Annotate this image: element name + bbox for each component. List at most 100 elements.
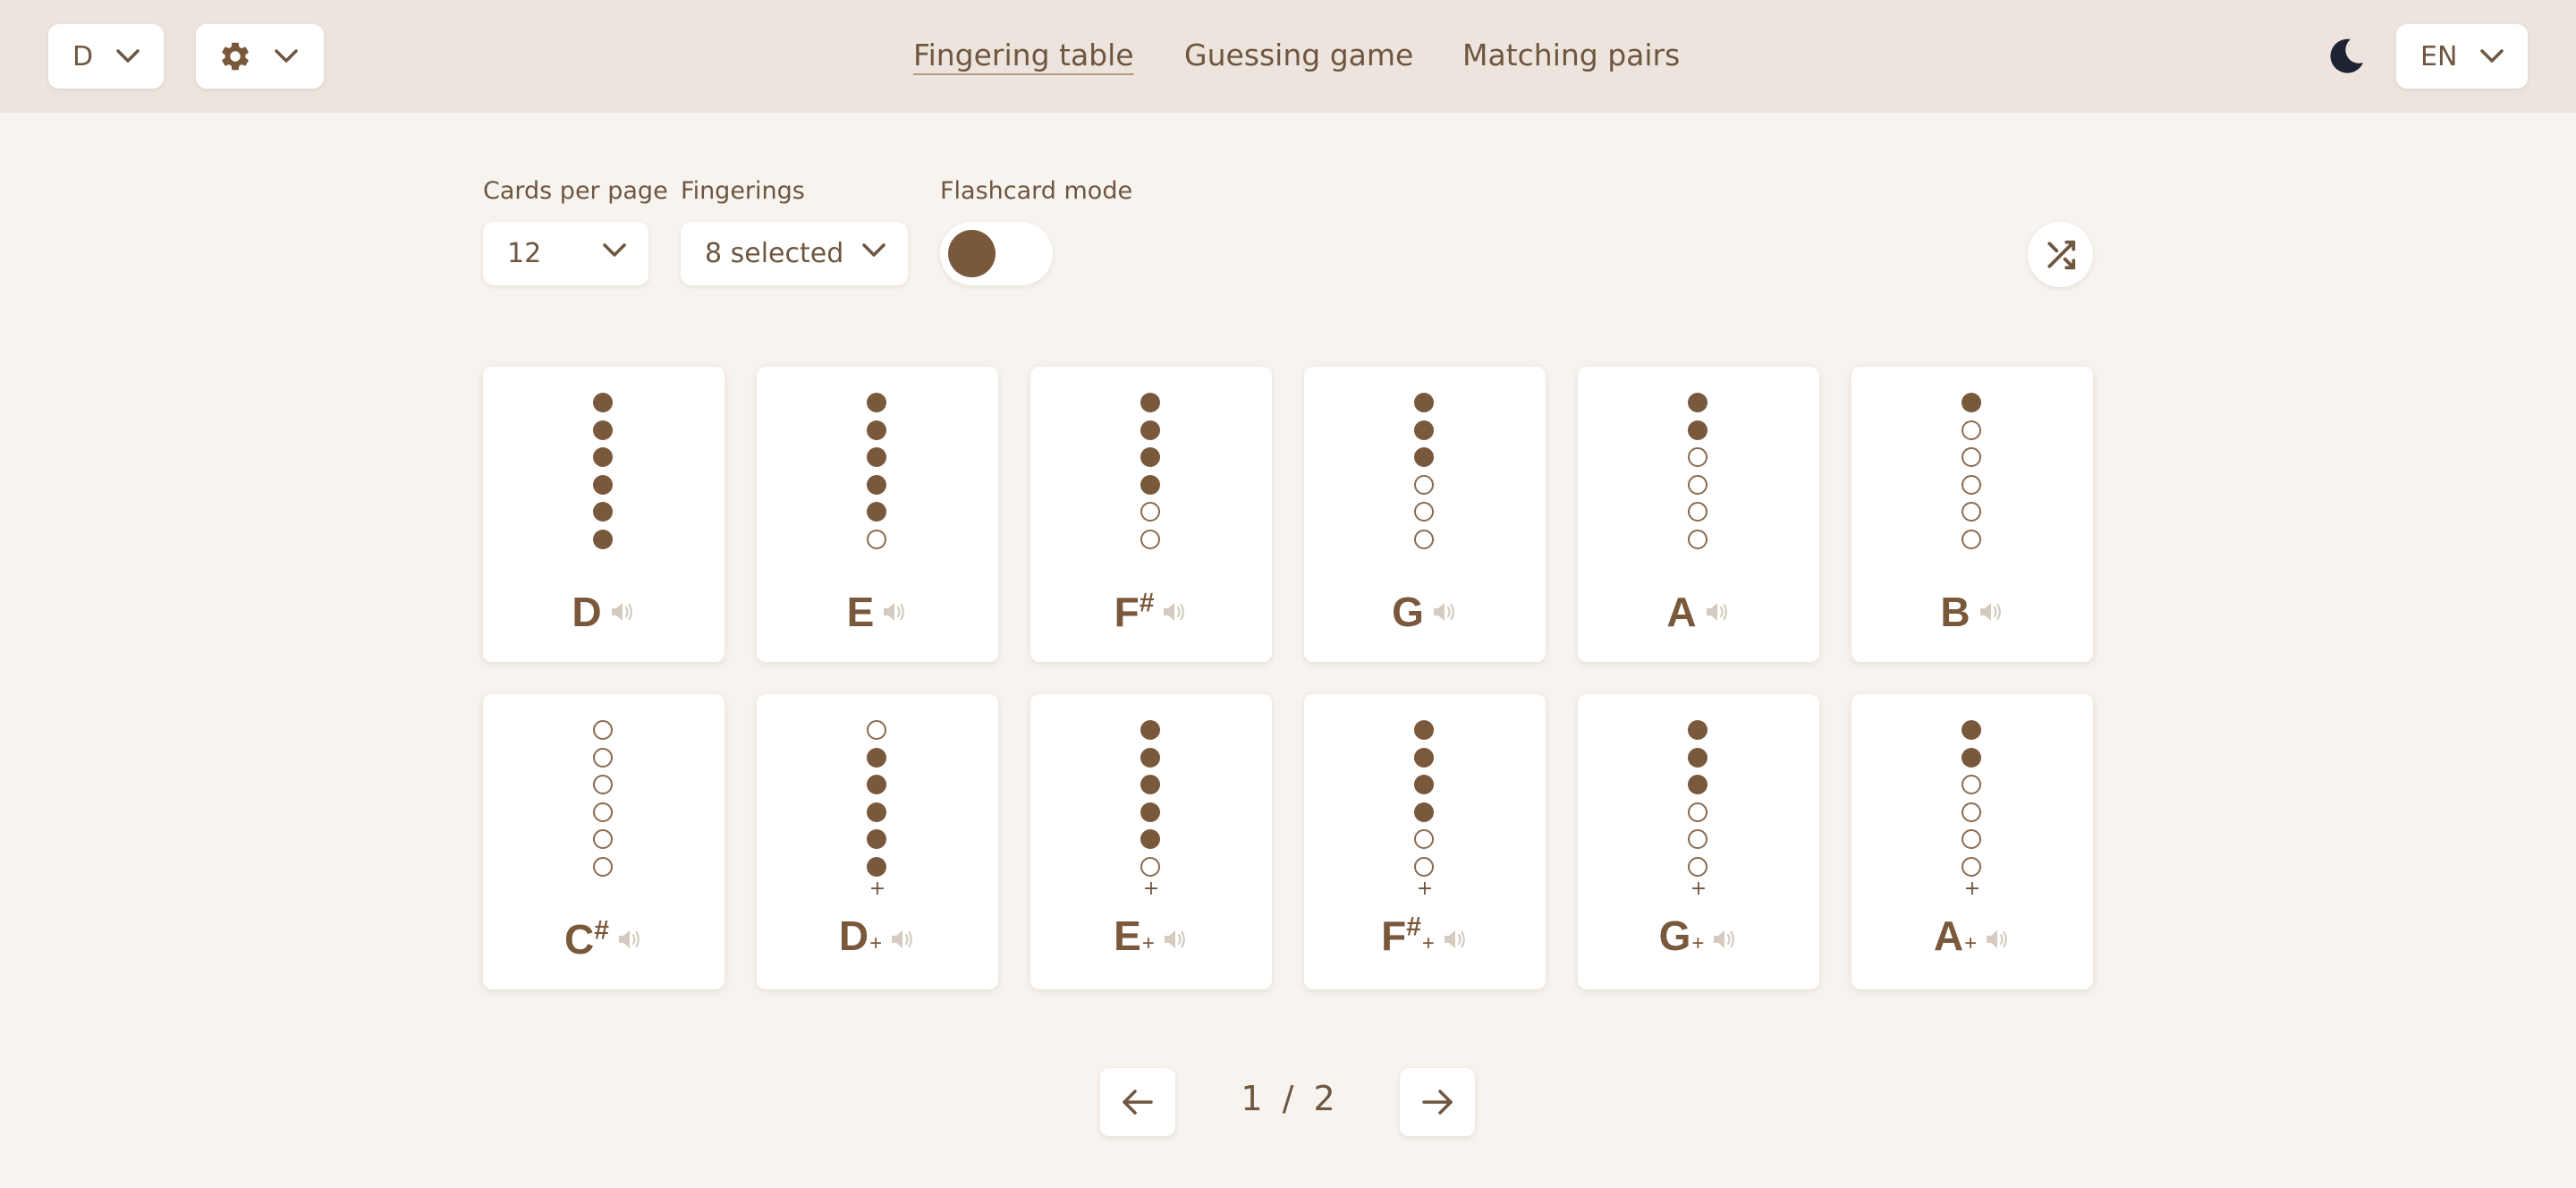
fingering-card[interactable]: + A+ xyxy=(1852,694,2093,989)
speaker-icon[interactable] xyxy=(1984,927,2011,952)
note-label-row: G xyxy=(1304,585,1546,639)
open-hole xyxy=(1414,474,1434,495)
speaker-icon[interactable] xyxy=(1711,927,1738,952)
toggle-knob xyxy=(948,230,996,277)
covered-hole xyxy=(1688,747,1707,768)
fingering-card[interactable]: + G+ xyxy=(1578,694,1819,989)
open-hole xyxy=(1962,775,1981,795)
tab-fingering-table[interactable]: Fingering table xyxy=(913,36,1134,75)
cards-per-page-label: Cards per page xyxy=(483,177,668,205)
speaker-icon[interactable] xyxy=(1978,599,2004,624)
fingering-card[interactable]: E xyxy=(757,367,998,662)
covered-hole xyxy=(593,393,613,412)
hole-diagram xyxy=(483,720,724,877)
open-hole xyxy=(1414,530,1434,549)
covered-hole xyxy=(1140,474,1160,495)
covered-hole xyxy=(1688,720,1707,740)
speaker-icon[interactable] xyxy=(616,927,643,952)
speaker-icon[interactable] xyxy=(1431,599,1458,624)
overblow-mark: + xyxy=(1690,878,1707,900)
note-name: D+ xyxy=(839,911,882,969)
speaker-icon[interactable] xyxy=(1704,599,1731,624)
fingering-card[interactable]: D xyxy=(483,367,724,662)
covered-hole xyxy=(1414,447,1434,468)
note-name: E+ xyxy=(1114,911,1155,969)
previous-page-button[interactable] xyxy=(1100,1068,1175,1136)
hole-diagram xyxy=(1578,720,1819,877)
flashcard-mode-toggle[interactable] xyxy=(940,222,1053,285)
next-page-button[interactable] xyxy=(1400,1068,1475,1136)
speaker-icon[interactable] xyxy=(1161,599,1188,624)
moon-icon[interactable] xyxy=(2327,36,2367,75)
chevron-down-icon xyxy=(862,243,886,257)
open-hole xyxy=(867,720,886,740)
speaker-icon[interactable] xyxy=(609,599,636,624)
page-separator: / xyxy=(1282,1079,1294,1118)
octave-plus: + xyxy=(1964,930,1978,955)
fingering-card[interactable]: + E+ xyxy=(1030,694,1272,989)
covered-hole xyxy=(1140,720,1160,740)
covered-hole xyxy=(867,775,886,795)
shuffle-button[interactable] xyxy=(2028,222,2093,287)
covered-hole xyxy=(867,474,886,495)
fingering-card[interactable]: C# xyxy=(483,694,724,989)
current-page: 1 xyxy=(1241,1079,1263,1118)
chevron-down-icon xyxy=(116,49,140,63)
covered-hole xyxy=(867,447,886,468)
note-label-row: A+ xyxy=(1852,912,2093,966)
speaker-icon[interactable] xyxy=(881,599,908,624)
hole-diagram xyxy=(1304,720,1546,877)
covered-hole xyxy=(867,829,886,850)
covered-hole xyxy=(1414,747,1434,768)
fingering-card[interactable]: F# xyxy=(1030,367,1272,662)
language-select[interactable]: EN xyxy=(2396,24,2528,89)
note-label-row: G+ xyxy=(1578,912,1819,966)
fingering-card[interactable]: + D+ xyxy=(757,694,998,989)
sharp-sign: # xyxy=(1139,588,1155,618)
fingering-card[interactable]: A xyxy=(1578,367,1819,662)
octave-plus: + xyxy=(1691,930,1705,955)
hole-diagram xyxy=(1030,720,1272,877)
hole-diagram xyxy=(1304,393,1546,549)
tab-matching-pairs[interactable]: Matching pairs xyxy=(1462,36,1680,75)
note-letter: E xyxy=(846,589,875,635)
speaker-icon[interactable] xyxy=(1162,927,1189,952)
overblow-mark: + xyxy=(1142,878,1160,900)
note-label-row: E xyxy=(757,585,998,639)
fingerings-select[interactable]: 8 selected xyxy=(681,222,908,285)
speaker-icon[interactable] xyxy=(1442,927,1469,952)
covered-hole xyxy=(1414,802,1434,822)
page-indicator: 1 / 2 xyxy=(1234,1079,1342,1118)
open-hole xyxy=(1414,502,1434,522)
covered-hole xyxy=(867,502,886,522)
settings-menu-button[interactable] xyxy=(196,24,324,89)
arrow-right-icon xyxy=(1422,1090,1453,1115)
covered-hole xyxy=(1962,747,1981,768)
octave-plus: + xyxy=(1141,930,1155,955)
note-label-row: F# xyxy=(1030,585,1272,639)
tab-guessing-game[interactable]: Guessing game xyxy=(1184,36,1413,75)
note-letter: D xyxy=(838,912,869,959)
open-hole xyxy=(1962,857,1981,877)
hole-diagram xyxy=(1852,720,2093,877)
key-select[interactable]: D xyxy=(48,24,164,89)
covered-hole xyxy=(1414,720,1434,740)
covered-hole xyxy=(1140,447,1160,468)
covered-hole xyxy=(593,420,613,440)
fingering-card[interactable]: B xyxy=(1852,367,2093,662)
covered-hole xyxy=(1140,747,1160,768)
note-label-row: D+ xyxy=(757,912,998,966)
note-letter: A xyxy=(1933,912,1964,959)
covered-hole xyxy=(1414,775,1434,795)
fingering-card[interactable]: + F#+ xyxy=(1304,694,1546,989)
open-hole xyxy=(1688,829,1707,850)
cards-per-page-select[interactable]: 12 xyxy=(483,222,648,285)
covered-hole xyxy=(867,420,886,440)
sharp-sign: # xyxy=(594,915,609,946)
note-name: A+ xyxy=(1934,911,1977,969)
note-letter: A xyxy=(1666,589,1697,635)
speaker-icon[interactable] xyxy=(889,927,916,952)
fingering-card[interactable]: G xyxy=(1304,367,1546,662)
gear-icon xyxy=(222,42,249,71)
note-name: B xyxy=(1940,587,1970,637)
